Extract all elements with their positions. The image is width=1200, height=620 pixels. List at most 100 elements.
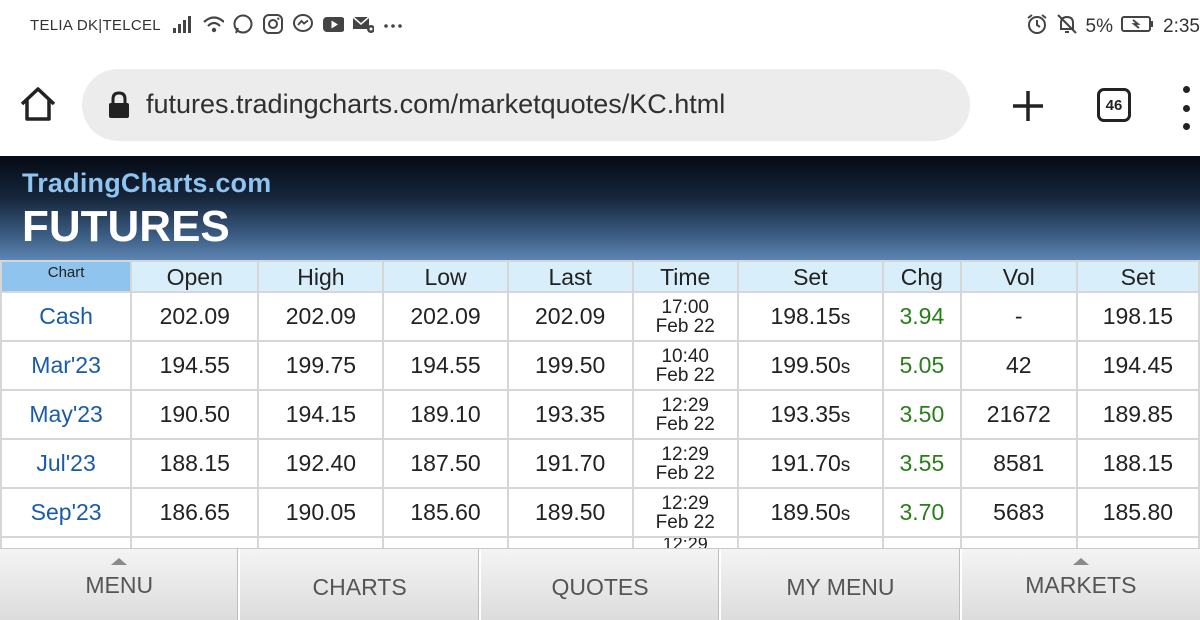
contract-link[interactable]: Sep'23 (0, 487, 133, 538)
prev-settle-cell: 198.15 (1075, 291, 1200, 342)
prev-settle-cell: 188.15 (1075, 438, 1200, 489)
address-bar[interactable]: futures.tradingcharts.com/marketquotes/K… (82, 69, 970, 141)
youtube-icon (322, 13, 344, 35)
whatsapp-icon (232, 13, 254, 35)
last-cell: 193.35 (506, 389, 634, 440)
table-row: Jul'23 188.15 192.40 187.50 191.70 12:29… (0, 438, 1200, 489)
table-row: May'23 190.50 194.15 189.10 193.35 12:29… (0, 389, 1200, 440)
settle-suffix: s (840, 504, 851, 525)
time-cell: 12:29 Feb 22 (631, 487, 739, 538)
column-header: Low (382, 260, 509, 293)
volume-cell: 5683 (959, 487, 1078, 538)
contract-link[interactable]: Cash (0, 291, 133, 342)
quotes-table: Chart Open High Low Last Time Set Chg Vo… (0, 260, 1200, 552)
low-cell: 185.60 (382, 487, 509, 538)
column-header: Set (736, 260, 885, 293)
overflow-menu-button[interactable] (1178, 86, 1194, 130)
open-cell: 194.55 (130, 340, 260, 391)
my-menu-button[interactable]: MY MENU (721, 549, 962, 620)
change-cell: 3.94 (882, 291, 962, 342)
site-logo[interactable]: TradingCharts.com (22, 168, 271, 199)
date-value: Feb 22 (655, 511, 715, 533)
wifi-icon (202, 13, 224, 35)
settle-cell: 198.15s (736, 291, 885, 342)
table-row: Cash 202.09 202.09 202.09 202.09 17:00 Fe… (0, 291, 1200, 342)
settle-value: 198.15 (770, 303, 841, 329)
high-cell: 192.40 (257, 438, 385, 489)
more-notifications-icon (382, 13, 404, 35)
menu-label: MENU (85, 572, 154, 598)
settle-value: 199.50 (770, 352, 841, 378)
tab-switcher-button[interactable]: 46 (1097, 88, 1131, 122)
battery-icon (1121, 14, 1155, 40)
column-header: Chart (0, 260, 133, 293)
settle-suffix: s (840, 357, 851, 378)
my-menu-label: MY MENU (786, 574, 895, 600)
contract-link[interactable]: Jul'23 (0, 438, 133, 489)
last-cell: 189.50 (506, 487, 634, 538)
low-cell: 194.55 (382, 340, 509, 391)
date-value: Feb 22 (655, 413, 715, 435)
kebab-dot (1182, 104, 1190, 112)
date-value: Feb 22 (655, 462, 715, 484)
home-icon (20, 87, 56, 121)
signal-icon (172, 13, 194, 35)
battery-percent: 5% (1085, 16, 1114, 37)
time-cell: 12:29 Feb 22 (631, 389, 739, 440)
column-header: Open (130, 260, 260, 293)
clock: 2:35 (1163, 16, 1200, 37)
settle-suffix: s (840, 406, 851, 427)
column-header: Chg (882, 260, 962, 293)
quotes-button[interactable]: QUOTES (481, 549, 722, 620)
quotes-label: QUOTES (551, 574, 649, 600)
settle-cell: 199.50s (736, 340, 885, 391)
instagram-icon (262, 13, 284, 35)
caret-up-icon (111, 558, 128, 565)
markets-button[interactable]: MARKETS (962, 549, 1200, 620)
volume-cell: 42 (959, 340, 1078, 391)
home-button[interactable] (18, 84, 58, 124)
contract-link[interactable]: Mar'23 (0, 340, 133, 391)
open-cell: 186.65 (130, 487, 260, 538)
time-value: 17:00 (661, 296, 709, 318)
change-cell: 3.70 (882, 487, 962, 538)
site-banner: TradingCharts.com FUTURES (0, 156, 1200, 260)
status-bar: TELIA DK|TELCEL 5% 2:35 (0, 0, 1200, 56)
low-cell: 189.10 (382, 389, 509, 440)
volume-cell: - (959, 291, 1078, 342)
status-right: 5% 2:35 (1026, 13, 1200, 41)
url-text: futures.tradingcharts.com/marketquotes/K… (146, 89, 726, 119)
menu-button[interactable]: MENU (0, 549, 241, 620)
new-tab-button[interactable] (1008, 86, 1048, 126)
prev-settle-cell: 185.80 (1075, 487, 1200, 538)
settle-cell: 191.70s (736, 438, 885, 489)
change-cell: 3.55 (882, 438, 962, 489)
column-header: High (257, 260, 385, 293)
alarm-icon (1026, 13, 1048, 41)
time-value: 12:29 (661, 443, 709, 465)
settle-cell: 193.35s (736, 389, 885, 440)
time-value: 10:40 (661, 345, 709, 367)
table-row: Sep'23 186.65 190.05 185.60 189.50 12:29… (0, 487, 1200, 538)
messenger-icon (292, 13, 314, 35)
settle-suffix: s (840, 308, 851, 329)
status-icons (172, 13, 404, 35)
change-cell: 3.50 (882, 389, 962, 440)
settle-cell: 189.50s (736, 487, 885, 538)
contract-link[interactable]: May'23 (0, 389, 133, 440)
settle-value: 193.35 (770, 401, 841, 427)
caret-up-icon (1072, 558, 1089, 565)
browser-toolbar: futures.tradingcharts.com/marketquotes/K… (0, 56, 1200, 156)
carrier-label: TELIA DK|TELCEL (30, 17, 161, 34)
markets-label: MARKETS (1025, 572, 1137, 598)
settle-suffix: s (840, 455, 851, 476)
last-cell: 199.50 (506, 340, 634, 391)
settle-value: 191.70 (770, 450, 841, 476)
charts-button[interactable]: CHARTS (240, 549, 481, 620)
column-header: Time (631, 260, 739, 293)
time-cell: 17:00 Feb 22 (631, 291, 739, 342)
table-header-row: Chart Open High Low Last Time Set Chg Vo… (0, 260, 1200, 293)
volume-cell: 8581 (959, 438, 1078, 489)
prev-settle-cell: 189.85 (1075, 389, 1200, 440)
high-cell: 202.09 (257, 291, 385, 342)
